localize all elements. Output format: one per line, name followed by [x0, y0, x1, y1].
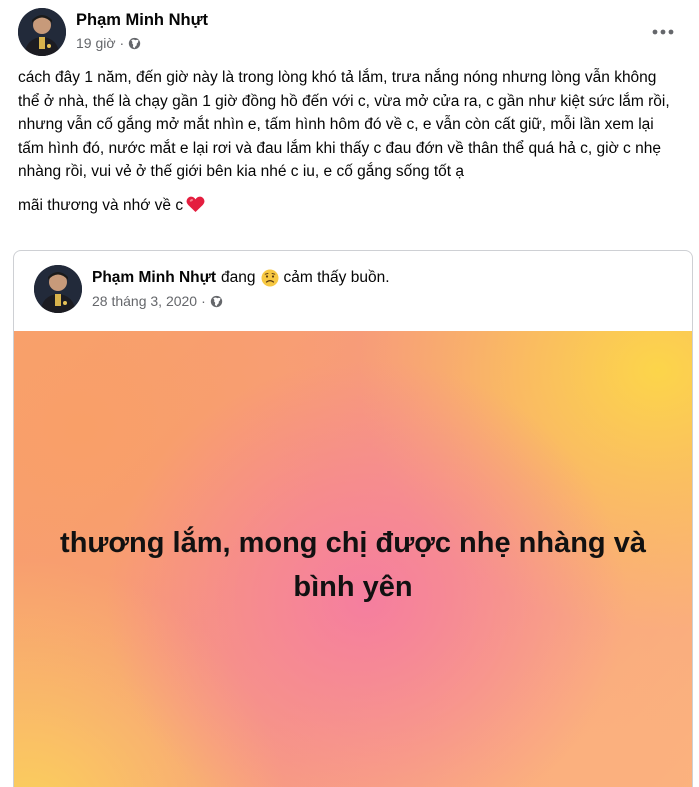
background-post-text: thương lắm, mong chị được nhẹ nhàng và b…: [60, 527, 646, 603]
shared-author-line: Phạm Minh Nhựt đang cảm thấy buồn.: [92, 269, 390, 287]
more-options-icon: [652, 29, 674, 35]
feeling-prefix: đang: [221, 269, 256, 286]
post-timestamp[interactable]: 19 giờ: [76, 35, 116, 51]
author-name[interactable]: Phạm Minh Nhựt: [76, 11, 208, 30]
shared-post-card[interactable]: Phạm Minh Nhựt đang cảm thấy buồn. 28 th…: [13, 250, 693, 787]
post-paragraph: cách đây 1 năm, đến giờ này là trong lòn…: [18, 66, 682, 184]
globe-icon[interactable]: [128, 37, 141, 50]
avatar[interactable]: [34, 265, 82, 313]
heart-icon: [186, 196, 205, 213]
feeling-text[interactable]: cảm thấy buồn.: [284, 269, 390, 287]
more-options-button[interactable]: [645, 14, 681, 50]
globe-icon[interactable]: [210, 295, 223, 308]
meta-separator: ·: [201, 293, 206, 309]
sad-face-icon: [261, 269, 279, 287]
post-paragraph: mãi thương và nhớ về c: [18, 194, 682, 218]
shared-post-timestamp[interactable]: 28 tháng 3, 2020: [92, 293, 197, 309]
shared-post-header: Phạm Minh Nhựt đang cảm thấy buồn. 28 th…: [34, 265, 674, 317]
post-header: Phạm Minh Nhựt 19 giờ ·: [18, 8, 681, 60]
post-meta: 19 giờ ·: [76, 35, 141, 51]
post-paragraph-text: mãi thương và nhớ về c: [18, 196, 184, 214]
shared-post-meta: 28 tháng 3, 2020 ·: [92, 293, 223, 309]
meta-separator: ·: [119, 35, 125, 51]
post-text: cách đây 1 năm, đến giờ này là trong lòn…: [18, 66, 682, 217]
facebook-post: Phạm Minh Nhựt 19 giờ · cách đây 1 năm, …: [0, 0, 699, 787]
post-paragraph-text: cách đây 1 năm, đến giờ này là trong lòn…: [18, 69, 670, 180]
shared-author-name[interactable]: Phạm Minh Nhựt: [92, 269, 216, 287]
colored-background-post[interactable]: thương lắm, mong chị được nhẹ nhàng và b…: [14, 331, 692, 787]
avatar[interactable]: [18, 8, 66, 56]
